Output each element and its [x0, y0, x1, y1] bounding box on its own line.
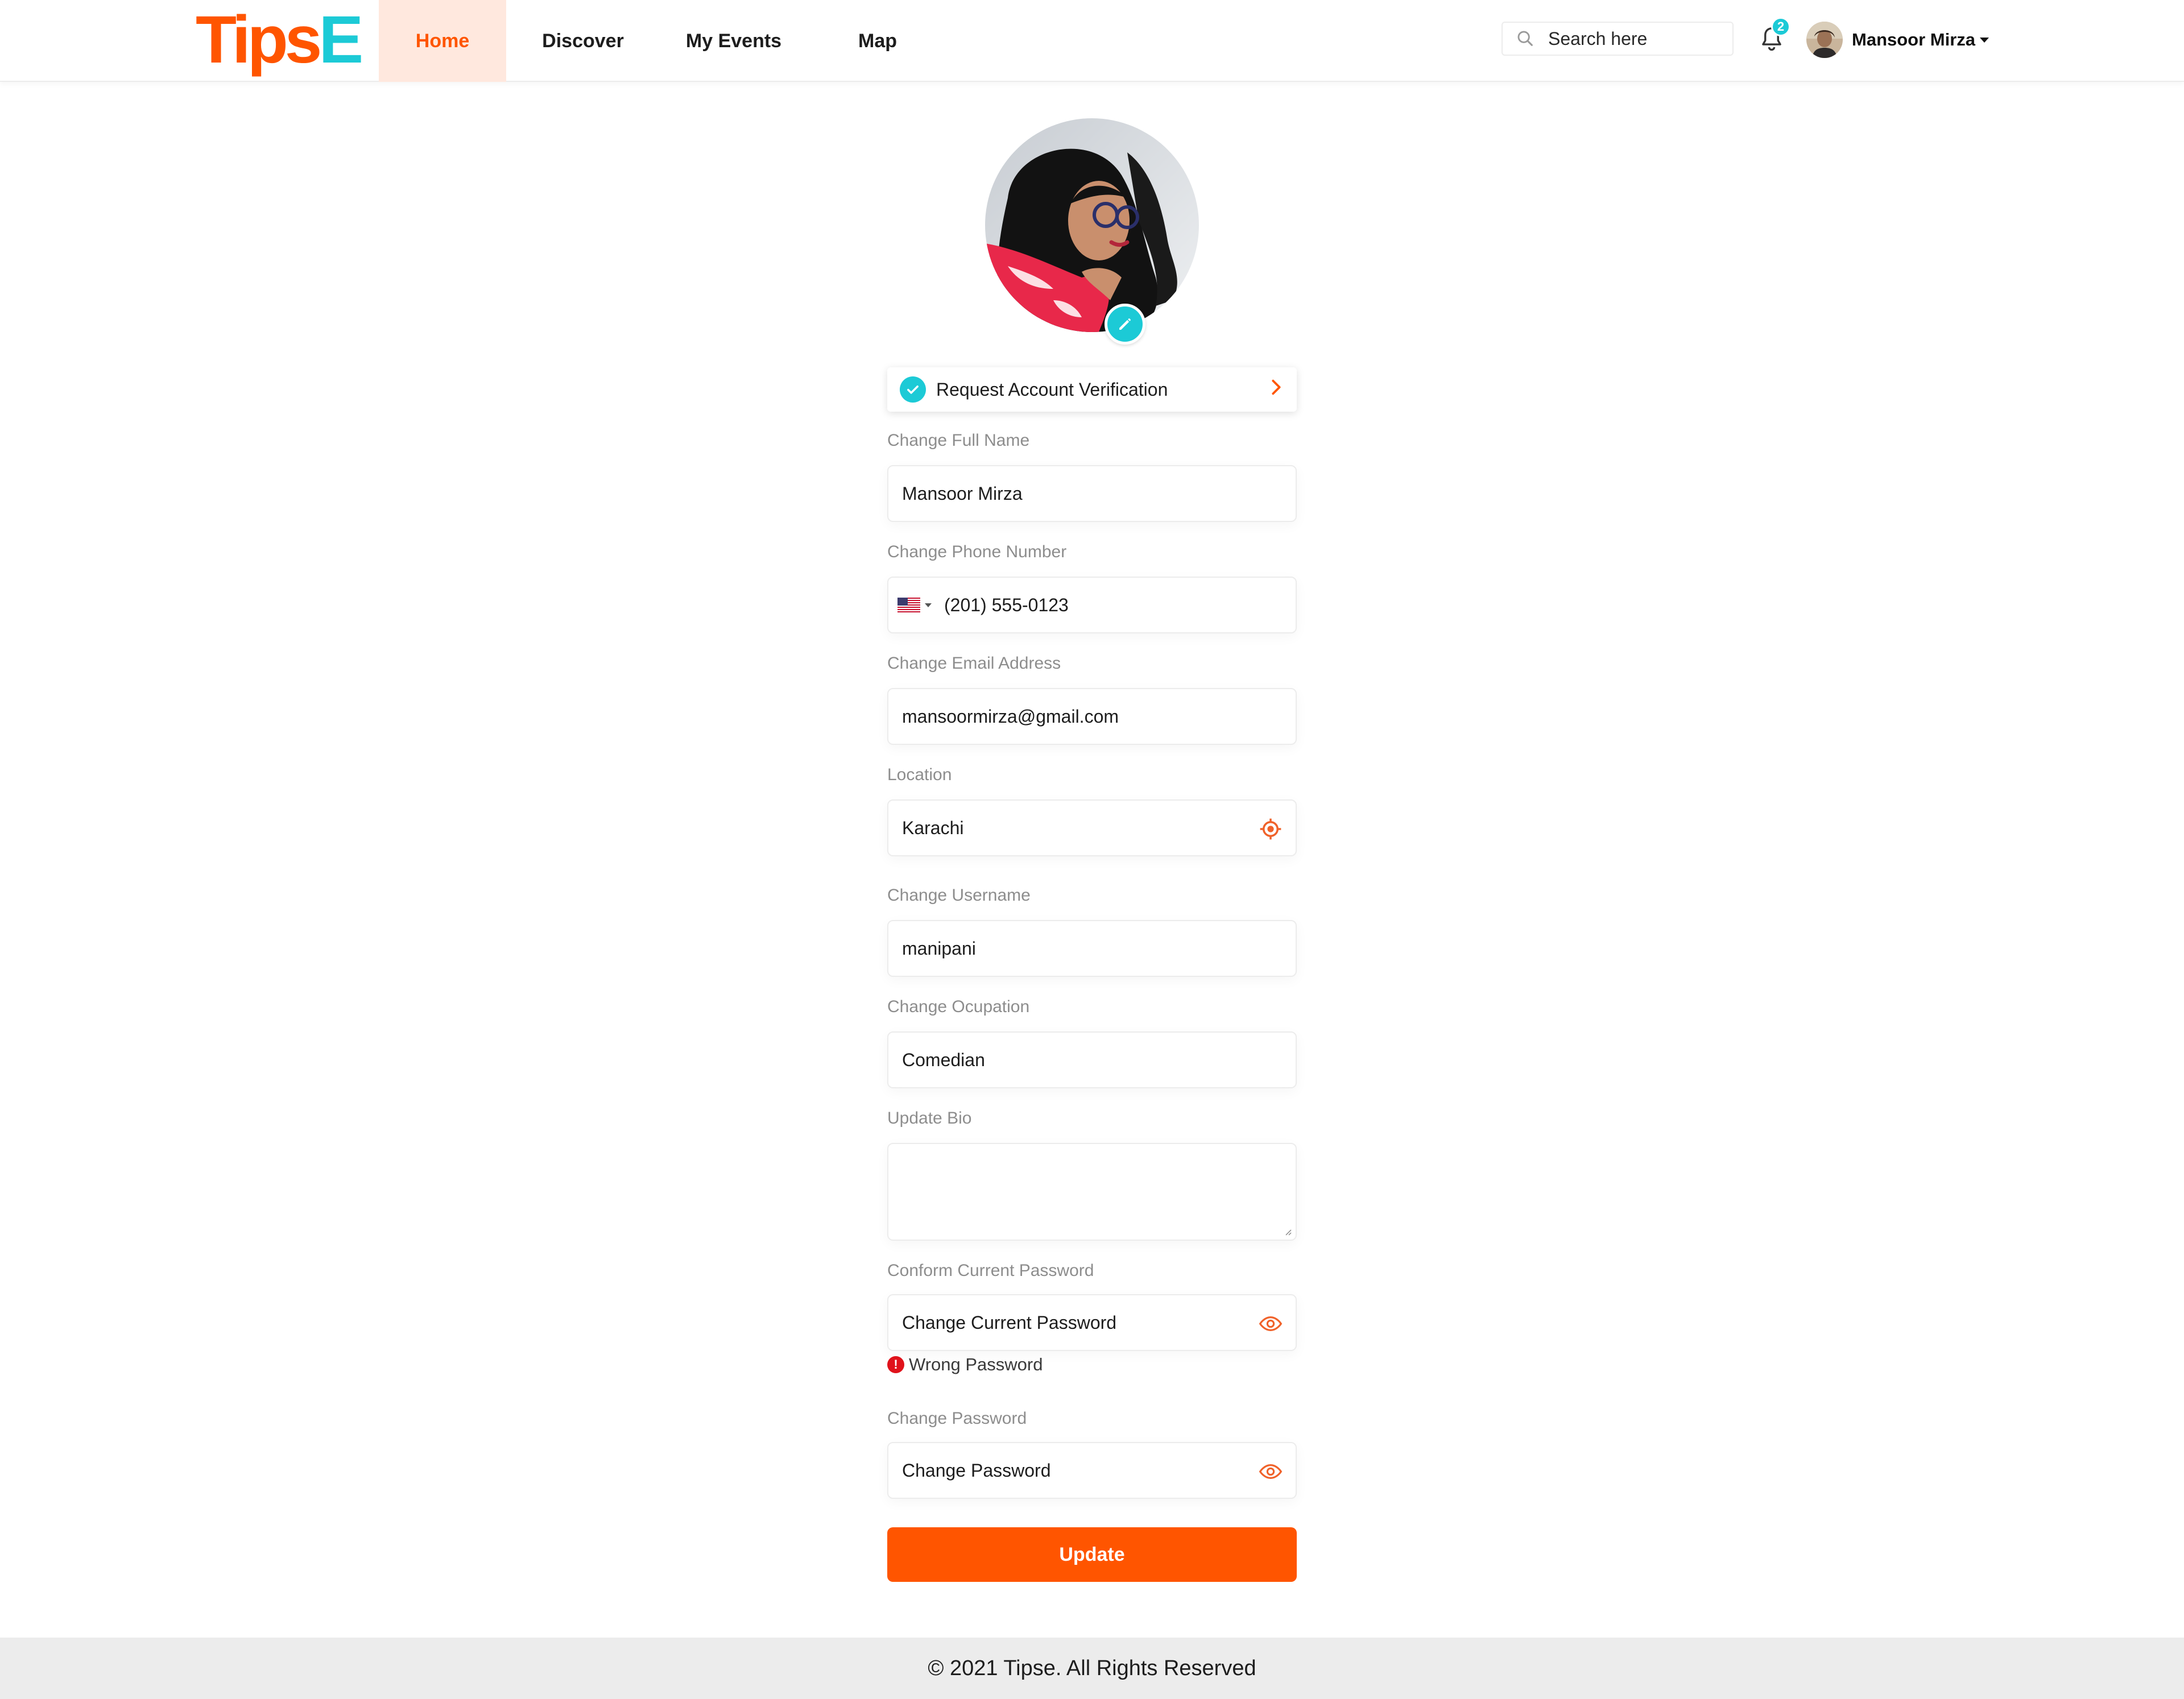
new-password-label: Change Password: [887, 1409, 1027, 1428]
location-field: [887, 799, 1297, 856]
caret-down-icon: [925, 603, 932, 607]
current-password-label: Conform Current Password: [887, 1261, 1094, 1280]
email-label: Change Email Address: [887, 654, 1061, 673]
logo-text-accent: E: [318, 2, 363, 77]
username-input[interactable]: [902, 938, 1243, 959]
main-nav: Home Discover My Events Map: [379, 0, 948, 82]
update-button[interactable]: Update: [887, 1527, 1297, 1582]
error-text: Wrong Password: [909, 1354, 1043, 1374]
current-password-input[interactable]: [902, 1312, 1243, 1333]
copyright-text: © 2021 Tipse. All Rights Reserved: [928, 1656, 1256, 1680]
search-icon: [1503, 23, 1548, 55]
current-password-field: [887, 1294, 1297, 1351]
username-label: Change Username: [887, 886, 1031, 905]
footer: © 2021 Tipse. All Rights Reserved: [0, 1638, 2184, 1699]
nav-home[interactable]: Home: [379, 0, 506, 82]
alert-icon: !: [887, 1356, 904, 1373]
email-input[interactable]: [902, 706, 1243, 727]
new-password-field: [887, 1442, 1297, 1499]
resize-handle-icon[interactable]: [1283, 1227, 1292, 1236]
nav-discover-label: Discover: [542, 30, 624, 52]
nav-home-label: Home: [415, 30, 470, 52]
username-field: [887, 920, 1297, 977]
search-input[interactable]: [1548, 28, 1719, 49]
full-name-field: [887, 465, 1297, 522]
notification-badge: 2: [1771, 17, 1790, 36]
bio-field: [887, 1143, 1297, 1241]
password-error: ! Wrong Password: [887, 1354, 1043, 1375]
user-name: Mansoor Mirza: [1852, 30, 1976, 49]
nav-map-label: Map: [858, 30, 897, 52]
country-code-select[interactable]: [897, 598, 932, 612]
us-flag-icon: [897, 598, 920, 612]
tipse-logo[interactable]: Tips E: [196, 2, 363, 77]
phone-label: Change Phone Number: [887, 542, 1067, 561]
edit-photo-button[interactable]: [1105, 304, 1145, 345]
chevron-right-icon: [1269, 378, 1283, 400]
search-box: [1502, 22, 1734, 56]
occupation-label: Change Ocupation: [887, 997, 1030, 1016]
new-password-input[interactable]: [902, 1460, 1243, 1481]
location-input[interactable]: [902, 817, 1243, 839]
full-name-input[interactable]: [902, 483, 1243, 504]
full-name-label: Change Full Name: [887, 431, 1030, 450]
email-field: [887, 688, 1297, 745]
phone-input[interactable]: [944, 594, 1263, 616]
location-label: Location: [887, 765, 952, 784]
bio-label: Update Bio: [887, 1109, 972, 1128]
occupation-input[interactable]: [902, 1049, 1243, 1071]
logo-text: Tips: [196, 2, 322, 77]
top-navbar: TipsE Home Discover My Events Map 2 Mans…: [0, 0, 2184, 82]
user-avatar: [1806, 22, 1843, 58]
phone-field: [887, 577, 1297, 633]
eye-icon[interactable]: [1258, 1311, 1283, 1336]
request-verification-button[interactable]: Request Account Verification: [887, 367, 1297, 412]
user-menu[interactable]: Mansoor Mirza: [1806, 20, 1989, 59]
nav-my-events-label: My Events: [685, 30, 782, 52]
nav-my-events[interactable]: My Events: [660, 0, 808, 82]
pencil-icon: [1119, 318, 1131, 330]
chevron-down-icon: [1980, 37, 1989, 43]
verified-check-icon: [900, 376, 926, 403]
occupation-field: [887, 1031, 1297, 1088]
bio-textarea[interactable]: [902, 1154, 1277, 1228]
profile-photo: [985, 118, 1199, 332]
locate-target-icon[interactable]: [1258, 817, 1283, 842]
nav-map[interactable]: Map: [808, 0, 948, 82]
verification-label: Request Account Verification: [936, 379, 1168, 400]
eye-icon[interactable]: [1258, 1459, 1283, 1484]
nav-discover[interactable]: Discover: [506, 0, 660, 82]
